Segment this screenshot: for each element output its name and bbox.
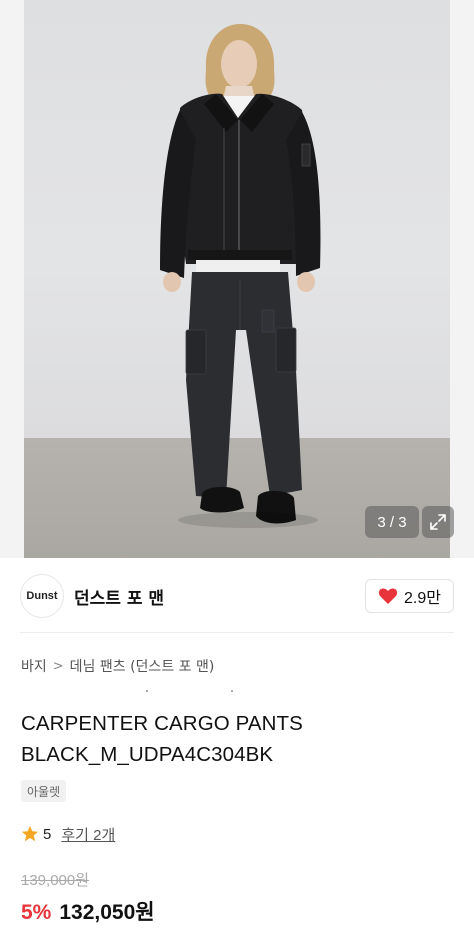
brand-logo[interactable]: Dunst bbox=[20, 574, 64, 618]
decorative-dot bbox=[231, 690, 233, 692]
product-image-gallery[interactable]: 3 / 3 bbox=[0, 0, 474, 558]
original-price: 139,000원 bbox=[21, 872, 90, 889]
product-title: CARPENTER CARGO PANTS BLACK_M_UDPA4C304B… bbox=[21, 712, 303, 766]
rating-value: 5 bbox=[43, 825, 52, 843]
breadcrumb-item-category[interactable]: 바지 bbox=[21, 656, 47, 676]
chevron-right-icon: > bbox=[52, 658, 64, 674]
breadcrumb-item-subcategory[interactable]: 데님 팬츠 (던스트 포 맨) bbox=[70, 656, 215, 676]
like-count: 2.9만 bbox=[404, 590, 441, 607]
like-button[interactable]: 2.9만 bbox=[365, 579, 454, 613]
sale-price: 132,050원 bbox=[59, 901, 155, 924]
brand-row: Dunst 던스트 포 맨 2.9만 bbox=[0, 572, 474, 620]
product-photo-model bbox=[160, 24, 321, 528]
heart-icon bbox=[378, 588, 398, 604]
gallery-page-counter: 3 / 3 bbox=[365, 506, 419, 538]
expand-diagonal-icon[interactable] bbox=[422, 506, 454, 538]
outlet-tag: 아울렛 bbox=[21, 780, 67, 802]
price-row: 5% 132,050원 bbox=[21, 896, 155, 926]
decorative-dot bbox=[146, 690, 148, 692]
breadcrumb: 바지 > 데님 팬츠 (던스트 포 맨) bbox=[21, 655, 214, 677]
brand-name[interactable]: 던스트 포 맨 bbox=[74, 584, 164, 609]
review-summary: 5 후기 2개 bbox=[21, 823, 115, 845]
section-divider bbox=[20, 632, 454, 633]
review-count-link[interactable]: 후기 2개 bbox=[61, 824, 115, 845]
star-icon bbox=[21, 825, 39, 842]
discount-rate: 5% bbox=[21, 901, 52, 924]
